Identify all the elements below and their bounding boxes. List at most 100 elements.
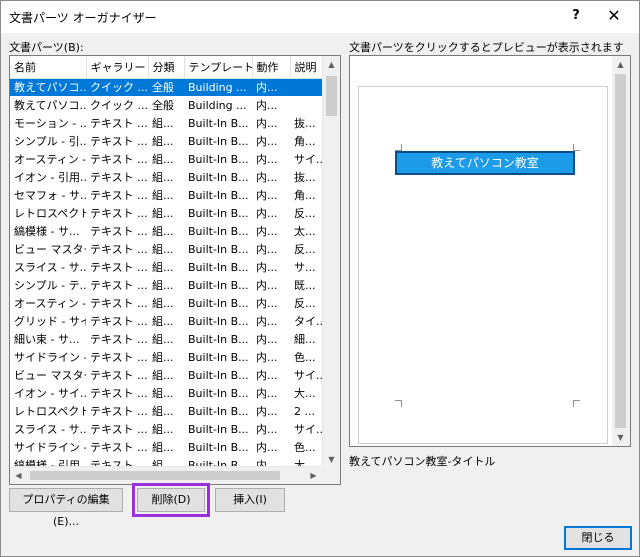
table-cell: クイック ... (86, 78, 148, 96)
table-cell: 内... (256, 117, 278, 130)
crop-mark (395, 144, 402, 151)
delete-button[interactable]: 削除(D) (132, 483, 210, 517)
scroll-down-icon[interactable]: ▼ (612, 429, 629, 446)
table-cell: 色... (294, 441, 316, 454)
table-row[interactable]: イオン - サイ... テキスト ... 組... Built-In B... 内...… (10, 384, 322, 402)
table-cell: シンプル - 引... (14, 135, 86, 148)
table-cell: 組... (152, 189, 174, 202)
column-header[interactable]: 説明 (290, 56, 323, 79)
table-cell: レトロスペクト... (14, 405, 86, 418)
table-row[interactable]: 細い束 - サ... テキスト ... 組... Built-In B... 内... 細… (10, 330, 322, 348)
scroll-thumb[interactable] (615, 74, 626, 428)
column-header[interactable]: 名前 (10, 56, 87, 79)
column-header[interactable]: 分類 (148, 56, 185, 79)
table-cell: 内... (256, 423, 278, 436)
table-cell: クイック ... (90, 99, 148, 112)
table-row[interactable]: セマフォ - サ... テキスト ... 組... Built-In B... 内...… (10, 186, 322, 204)
table-row[interactable]: 縞模様 - サ... テキスト ... 組... Built-In B... 内... 太… (10, 222, 322, 240)
table-row[interactable]: グリッド - サイ... テキスト ... 組... Built-In B... 内..… (10, 312, 322, 330)
table-cell: テキスト ... (90, 243, 148, 256)
table-row[interactable]: シンプル - テ... テキスト ... 組... Built-In B... 内...… (10, 276, 322, 294)
scroll-up-icon[interactable]: ▲ (612, 56, 629, 73)
table-row[interactable]: 教えてパソコ... クイック ... 全般 Building ... 内... (10, 78, 322, 96)
building-blocks-organizer-dialog: 文書パーツ オーガナイザー ? ✕ 文書パーツ(B): 名前 ギャラリー 分類 テンプ… (0, 0, 640, 557)
table-cell: 反... (294, 243, 316, 256)
building-blocks-list-label: 文書パーツ(B): (9, 41, 84, 54)
table-cell: Built-In B... (188, 134, 249, 148)
column-header[interactable]: ギャラリー (86, 56, 149, 79)
table-cell: 組... (152, 171, 174, 184)
table-cell: テキスト ... (90, 297, 148, 310)
table-row[interactable]: ビュー マスター... テキスト ... 組... Built-In B... 内...… (10, 366, 322, 384)
scrollbar-corner (322, 466, 340, 484)
building-blocks-list[interactable]: 名前 ギャラリー 分類 テンプレート 動作 説明 教えてパソコ... クイック ... 全般 B… (9, 55, 341, 485)
preview-vertical-scrollbar[interactable]: ▲ ▼ (612, 56, 630, 446)
preview-pane: 教えてパソコン教室 ▲ ▼ (349, 55, 631, 447)
table-row[interactable]: イオン - 引用... テキスト ... 組... Built-In B... 内...… (10, 168, 322, 186)
table-cell: イオン - サイ... (14, 387, 86, 400)
table-row[interactable]: オースティン - ... テキスト ... 組... Built-In B... 内..… (10, 294, 322, 312)
table-cell: 内... (256, 135, 278, 148)
preview-title-block: 教えてパソコン教室 (395, 151, 575, 175)
close-button[interactable]: 閉じる (564, 526, 632, 550)
table-row[interactable]: オースティン - ... テキスト ... 組... Built-In B... 内..… (10, 150, 322, 168)
table-cell: サイ... (294, 369, 322, 382)
table-row[interactable]: レトロスペクト... テキスト ... 組... Built-In B... 内... 2… (10, 402, 322, 420)
table-row[interactable]: スライス - サ... テキスト ... 組... Built-In B... 内...… (10, 258, 322, 276)
table-row[interactable]: シンプル - 引... テキスト ... 組... Built-In B... 内...… (10, 132, 322, 150)
table-cell: スライス - サ... (14, 261, 86, 274)
column-header[interactable]: テンプレート (184, 56, 253, 79)
table-row[interactable]: レトロスペクト... テキスト ... 組... Built-In B... 内... 反… (10, 204, 322, 222)
table-cell: 組... (152, 279, 174, 292)
column-header[interactable]: 動作 (252, 56, 291, 79)
table-cell: 角... (294, 189, 316, 202)
table-cell: シンプル - テ... (14, 279, 86, 292)
table-cell: テキスト ... (90, 351, 148, 364)
table-cell: 組... (152, 441, 174, 454)
table-cell: Built-In B... (188, 404, 249, 418)
scroll-left-icon[interactable]: ◀ (10, 467, 27, 484)
title-bar: 文書パーツ オーガナイザー ? ✕ (1, 1, 639, 33)
table-cell: テキスト ... (90, 189, 148, 202)
table-cell: 組... (152, 369, 174, 382)
close-icon[interactable]: ✕ (601, 5, 627, 27)
table-row[interactable]: サイドライン - ... テキスト ... 組... Built-In B... 内..… (10, 348, 322, 366)
table-cell: 全般 (148, 78, 184, 96)
table-cell: テキスト ... (90, 261, 148, 274)
table-cell: Built-In B... (188, 278, 249, 292)
table-cell (290, 78, 322, 96)
help-button[interactable]: ? (565, 5, 587, 27)
table-cell: 内... (256, 99, 278, 112)
scroll-thumb[interactable] (326, 76, 337, 116)
table-cell: 組... (152, 351, 174, 364)
table-row[interactable]: モーション - ... テキスト ... 組... Built-In B... 内...… (10, 114, 322, 132)
table-cell: Built-In B... (188, 314, 249, 328)
table-cell: テキスト ... (90, 279, 148, 292)
table-row[interactable]: スライス - サ... テキスト ... 組... Built-In B... 内...… (10, 420, 322, 438)
table-cell: Built-In B... (188, 422, 249, 436)
table-row[interactable]: サイドライン - ... テキスト ... 組... Built-In B... 内..… (10, 438, 322, 456)
table-cell: モーション - ... (14, 117, 86, 130)
edit-properties-button[interactable]: プロパティの編集(E)... (9, 488, 123, 528)
table-cell: 組... (152, 333, 174, 346)
table-cell: 内... (256, 297, 278, 310)
scroll-thumb-horizontal[interactable] (30, 471, 280, 480)
table-row[interactable]: 教えてパソコ... クイック ... 全般 Building ... 内... (10, 96, 322, 114)
scroll-up-icon[interactable]: ▲ (323, 56, 340, 73)
table-cell: ビュー マスター... (14, 243, 86, 256)
table-cell: サ... (294, 261, 316, 274)
dialog-title: 文書パーツ オーガナイザー (9, 11, 157, 25)
list-vertical-scrollbar[interactable]: ▲ ▼ (322, 56, 340, 468)
insert-button[interactable]: 挿入(I) (215, 488, 285, 512)
scroll-right-icon[interactable]: ▶ (305, 467, 322, 484)
table-row[interactable]: ビュー マスター... テキスト ... 組... Built-In B... 内...… (10, 240, 322, 258)
table-cell: Built-In B... (188, 332, 249, 346)
table-cell: Built-In B... (188, 170, 249, 184)
table-cell: テキスト ... (90, 171, 148, 184)
list-horizontal-scrollbar[interactable]: ◀ ▶ (10, 466, 322, 484)
table-cell: 全般 (152, 99, 174, 112)
building-blocks-table: 名前 ギャラリー 分類 テンプレート 動作 説明 教えてパソコ... クイック ... 全般 B… (10, 56, 323, 474)
preview-page: 教えてパソコン教室 (358, 86, 608, 444)
preview-label: 文書パーツをクリックするとプレビューが表示されます (349, 41, 624, 54)
table-cell: 組... (152, 135, 174, 148)
